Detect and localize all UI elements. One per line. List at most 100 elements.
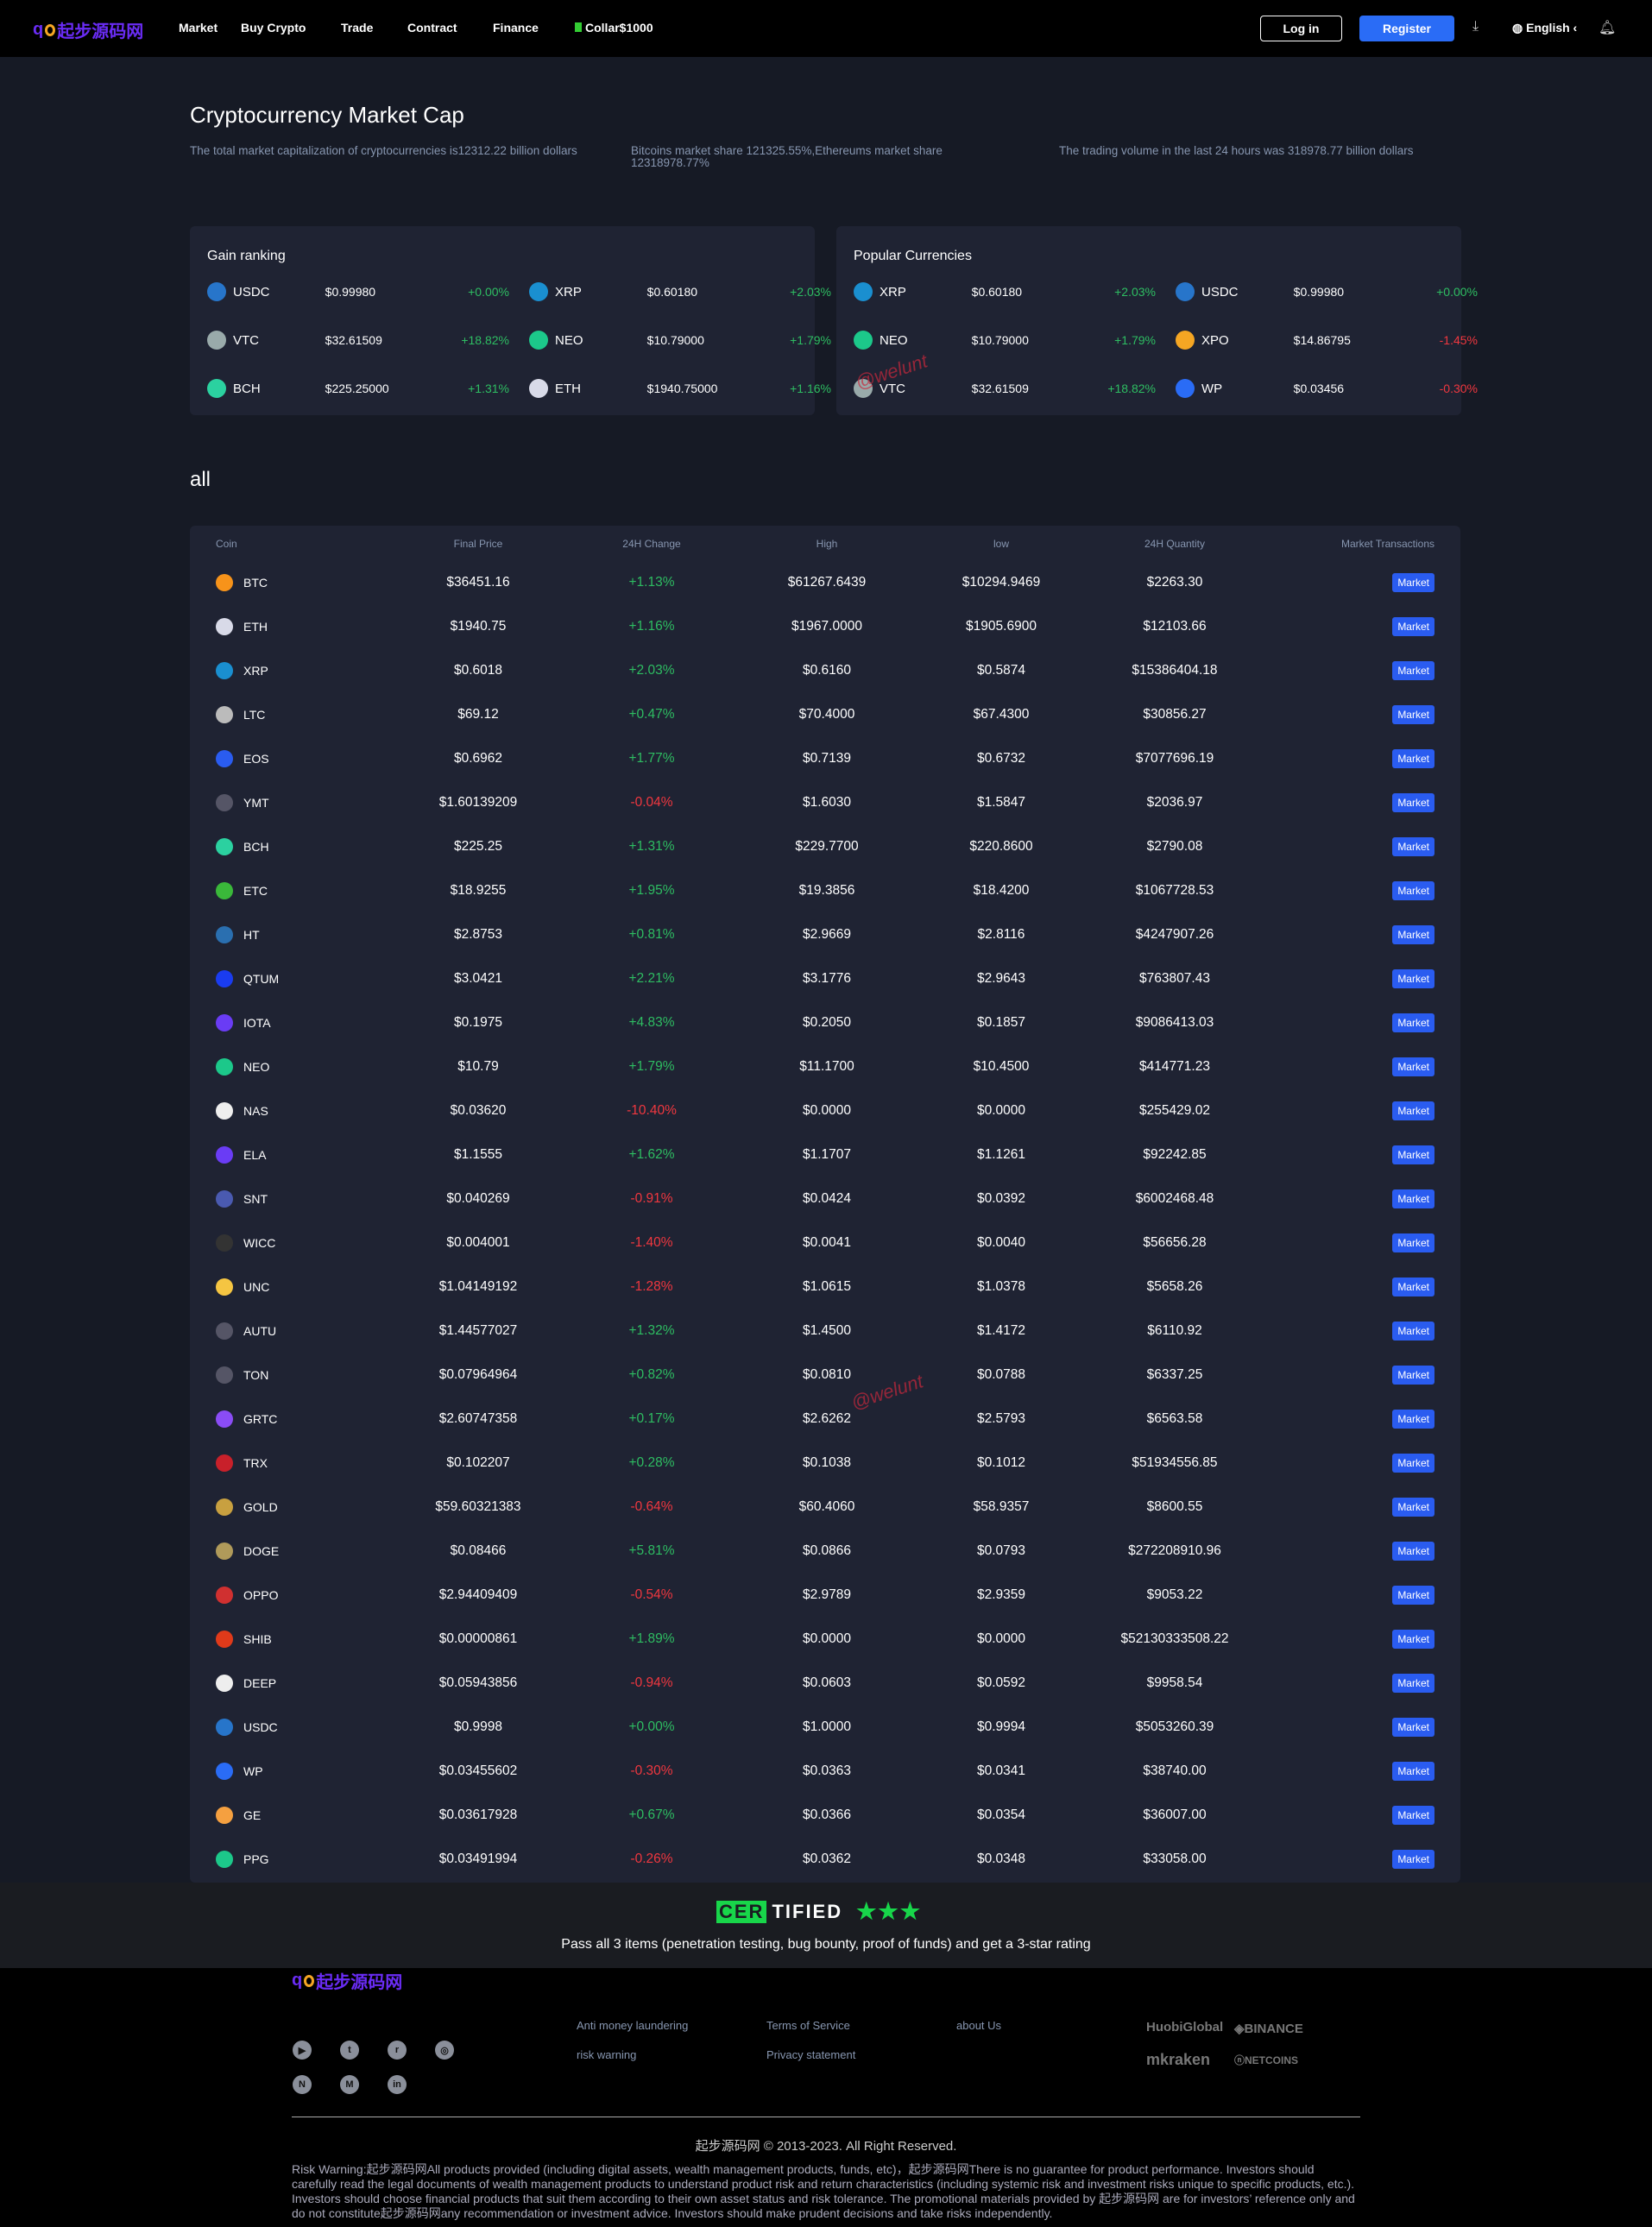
currency-item[interactable]: BCH $225.25000 +1.31%: [207, 379, 509, 398]
table-row: AUTU $1.44577027 +1.32% $1.4500 $1.4172 …: [190, 1309, 1460, 1353]
nav-collar[interactable]: Collar$1000: [575, 21, 653, 35]
currency-item[interactable]: NEO $10.79000 +1.79%: [529, 331, 831, 350]
currency-item[interactable]: WP $0.03456 -0.30%: [1176, 379, 1478, 398]
market-button[interactable]: Market: [1392, 1629, 1434, 1649]
market-button[interactable]: Market: [1392, 1321, 1434, 1341]
table-row: XRP $0.6018 +2.03% $0.6160 $0.5874 $1538…: [190, 648, 1460, 692]
market-button[interactable]: Market: [1392, 1057, 1434, 1076]
register-button[interactable]: Register: [1359, 16, 1454, 41]
coin-symbol: AUTU: [243, 1323, 277, 1338]
linkedin-icon[interactable]: in: [388, 2075, 407, 2094]
youtube-icon[interactable]: ▶: [293, 2041, 312, 2060]
market-button[interactable]: Market: [1392, 1233, 1434, 1252]
market-button[interactable]: Market: [1392, 1365, 1434, 1385]
market-button[interactable]: Market: [1392, 704, 1434, 724]
market-button[interactable]: Market: [1392, 1277, 1434, 1296]
currency-item[interactable]: VTC $32.61509 +18.82%: [854, 379, 1156, 398]
medium-icon[interactable]: M: [340, 2075, 359, 2094]
language-selector[interactable]: ◍ English ‹: [1512, 21, 1577, 35]
market-button[interactable]: Market: [1392, 572, 1434, 592]
instagram-icon[interactable]: ◎: [435, 2041, 454, 2060]
coin-cell: OPPO: [216, 1586, 278, 1604]
table-row: WICC $0.004001 -1.40% $0.0041 $0.0040 $5…: [190, 1221, 1460, 1265]
market-button[interactable]: Market: [1392, 748, 1434, 768]
change-24h: +5.81%: [628, 1542, 675, 1558]
coin-cell: GE: [216, 1806, 261, 1824]
market-button[interactable]: Market: [1392, 1849, 1434, 1869]
market-button[interactable]: Market: [1392, 1145, 1434, 1164]
coin-change: +1.79%: [1114, 333, 1156, 347]
market-button[interactable]: Market: [1392, 1541, 1434, 1561]
market-button[interactable]: Market: [1392, 660, 1434, 680]
link-privacy[interactable]: Privacy statement: [766, 2048, 855, 2061]
market-button[interactable]: Market: [1392, 1673, 1434, 1693]
download-icon[interactable]: ⤓: [1472, 19, 1479, 35]
nav-market[interactable]: Market: [179, 21, 218, 35]
market-button[interactable]: Market: [1392, 1717, 1434, 1737]
market-button[interactable]: Market: [1392, 1013, 1434, 1032]
coin-price: $10.79000: [971, 333, 1029, 347]
quantity-24h: $56656.28: [1143, 1234, 1207, 1250]
coin-symbol: NAS: [243, 1103, 268, 1118]
market-button[interactable]: Market: [1392, 616, 1434, 636]
currency-item[interactable]: USDC $0.99980 +0.00%: [1176, 282, 1478, 301]
high: $1.0000: [802, 1719, 852, 1734]
coin-change: -1.45%: [1439, 333, 1478, 347]
market-button[interactable]: Market: [1392, 1409, 1434, 1429]
link-risk-warning[interactable]: risk warning: [577, 2048, 636, 2061]
table-row: IOTA $0.1975 +4.83% $0.2050 $0.1857 $908…: [190, 1000, 1460, 1044]
currency-item[interactable]: XPO $14.86795 -1.45%: [1176, 331, 1478, 350]
high: $2.9789: [802, 1587, 852, 1602]
nav-buy-crypto[interactable]: Buy Crypto: [241, 21, 306, 35]
market-button[interactable]: Market: [1392, 880, 1434, 900]
link-aml[interactable]: Anti money laundering: [577, 2019, 688, 2032]
market-button[interactable]: Market: [1392, 1189, 1434, 1208]
link-about[interactable]: about Us: [956, 2019, 1001, 2032]
high: $61267.6439: [787, 574, 867, 590]
market-button[interactable]: Market: [1392, 968, 1434, 988]
currency-item[interactable]: NEO $10.79000 +1.79%: [854, 331, 1156, 350]
coin-icon: [216, 925, 233, 943]
nav-trade[interactable]: Trade: [341, 21, 373, 35]
copyright: 起步源码网 © 2013-2023. All Right Reserved.: [695, 2139, 957, 2154]
quantity-24h: $9053.22: [1146, 1587, 1203, 1602]
market-button[interactable]: Market: [1392, 792, 1434, 812]
coin-icon: [529, 379, 548, 398]
footer-logo[interactable]: q 起步源码网: [292, 1968, 402, 1993]
link-terms[interactable]: Terms of Service: [766, 2019, 850, 2032]
market-button[interactable]: Market: [1392, 1497, 1434, 1517]
coin-icon: [216, 969, 233, 987]
table-row: GOLD $59.60321383 -0.64% $60.4060 $58.93…: [190, 1485, 1460, 1529]
table-row: PPG $0.03491994 -0.26% $0.0362 $0.0348 $…: [190, 1837, 1460, 1881]
n-social-icon[interactable]: N: [293, 2075, 312, 2094]
nav-contract[interactable]: Contract: [407, 21, 457, 35]
market-button[interactable]: Market: [1392, 1761, 1434, 1781]
currency-item[interactable]: XRP $0.60180 +2.03%: [529, 282, 831, 301]
coin-icon: [1176, 379, 1195, 398]
coin-icon: [207, 282, 226, 301]
change-24h: +0.17%: [628, 1410, 675, 1426]
reddit-icon[interactable]: r: [388, 2041, 407, 2060]
low: $0.0354: [976, 1807, 1026, 1822]
final-price: $225.25: [453, 838, 503, 854]
twitter-icon[interactable]: t: [340, 2041, 359, 2060]
currency-item[interactable]: VTC $32.61509 +18.82%: [207, 331, 509, 350]
market-button[interactable]: Market: [1392, 1453, 1434, 1473]
coin-symbol: PPG: [243, 1852, 269, 1866]
coin-symbol: DOGE: [243, 1543, 280, 1558]
currency-item[interactable]: ETH $1940.75000 +1.16%: [529, 379, 831, 398]
currency-item[interactable]: USDC $0.99980 +0.00%: [207, 282, 509, 301]
market-button[interactable]: Market: [1392, 1585, 1434, 1605]
globe-icon: ◍: [1512, 21, 1523, 35]
currency-item[interactable]: XRP $0.60180 +2.03%: [854, 282, 1156, 301]
market-button[interactable]: Market: [1392, 836, 1434, 856]
coin-symbol: LTC: [243, 707, 266, 722]
login-button[interactable]: Log in: [1260, 16, 1342, 41]
market-button[interactable]: Market: [1392, 924, 1434, 944]
market-button[interactable]: Market: [1392, 1805, 1434, 1825]
nav-finance[interactable]: Finance: [493, 21, 539, 35]
market-button[interactable]: Market: [1392, 1101, 1434, 1120]
change-24h: +0.00%: [628, 1719, 675, 1734]
logo[interactable]: q 起步源码网: [33, 17, 143, 42]
bell-icon[interactable]: 🔔︎: [1598, 19, 1616, 36]
